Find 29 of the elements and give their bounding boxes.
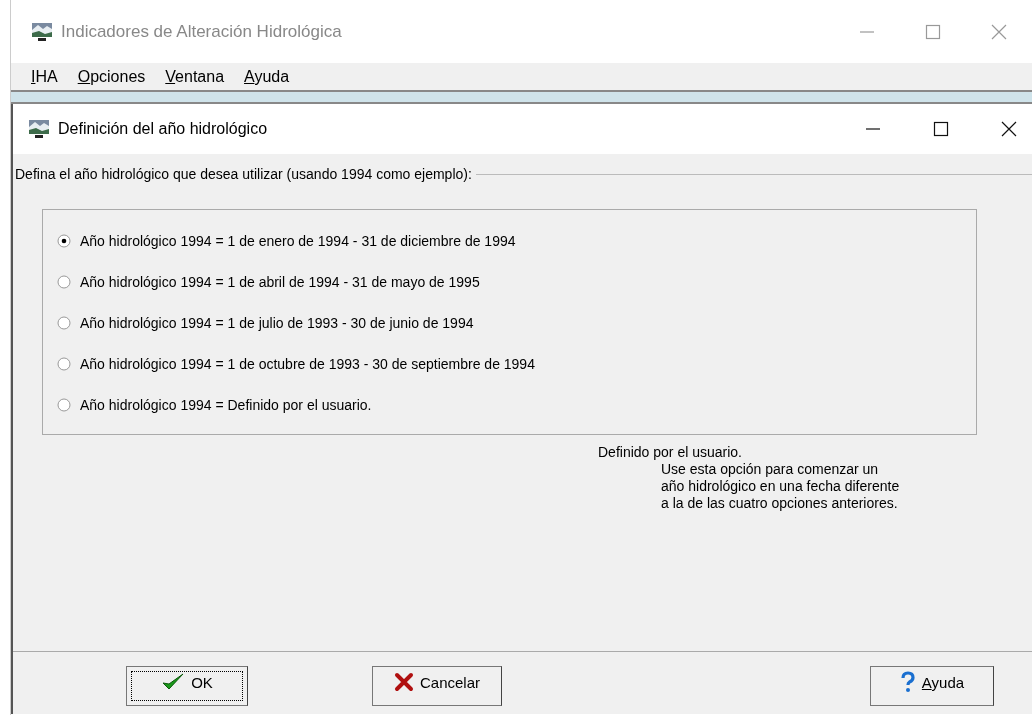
cross-icon xyxy=(393,672,414,692)
question-mark-icon xyxy=(899,671,916,693)
landscape-icon xyxy=(28,118,50,140)
option-label[interactable]: Año hidrológico 1994 = 1 de enero de 1994 - 31 de diciembre de 1994 xyxy=(80,232,516,249)
option-label[interactable]: Año hidrológico 1994 = Definido por el usuario. xyxy=(80,396,372,413)
radio-button[interactable] xyxy=(57,233,71,248)
menu-item[interactable]: Ayuda xyxy=(244,67,290,86)
radio-button[interactable] xyxy=(57,356,71,371)
help-button[interactable]: Ayuda xyxy=(870,666,994,706)
checkmark-icon xyxy=(161,672,186,692)
cancel-button[interactable]: Cancelar xyxy=(372,666,502,706)
group-label: Defina el año hidrológico que desea utilizar (usando 1994 como ejemplo): xyxy=(14,166,473,182)
radio-button[interactable] xyxy=(57,397,71,412)
radio-button[interactable] xyxy=(57,315,71,330)
option-label[interactable]: Año hidrológico 1994 = 1 de julio de 1993 - 30 de junio de 1994 xyxy=(80,314,474,331)
menu-item[interactable]: Ventana xyxy=(165,67,225,86)
maximize-icon[interactable] xyxy=(932,120,950,138)
option-label[interactable]: Año hidrológico 1994 = 1 de octubre de 1993 - 30 de septiembre de 1994 xyxy=(80,355,535,372)
menu-item[interactable]: Opciones xyxy=(77,67,146,86)
close-icon[interactable] xyxy=(1000,120,1018,138)
window-title: Definición del año hidrológico xyxy=(58,120,269,138)
window-title: Indicadores de Alteración Hidrológica xyxy=(61,21,343,42)
landscape-icon xyxy=(31,20,53,43)
radio-button[interactable] xyxy=(57,274,71,289)
option-label[interactable]: Año hidrológico 1994 = 1 de abril de 1994 - 31 de mayo de 1995 xyxy=(80,273,480,290)
description-text: Use esta opción para comenzar un año hidrológico en una fecha diferente a la de las cuatro opciones anteriores. xyxy=(661,461,901,512)
menu-item[interactable]: IHA xyxy=(31,67,58,86)
ok-button[interactable]: OK xyxy=(126,666,248,706)
description-heading: Definido por el usuario. xyxy=(598,444,743,461)
